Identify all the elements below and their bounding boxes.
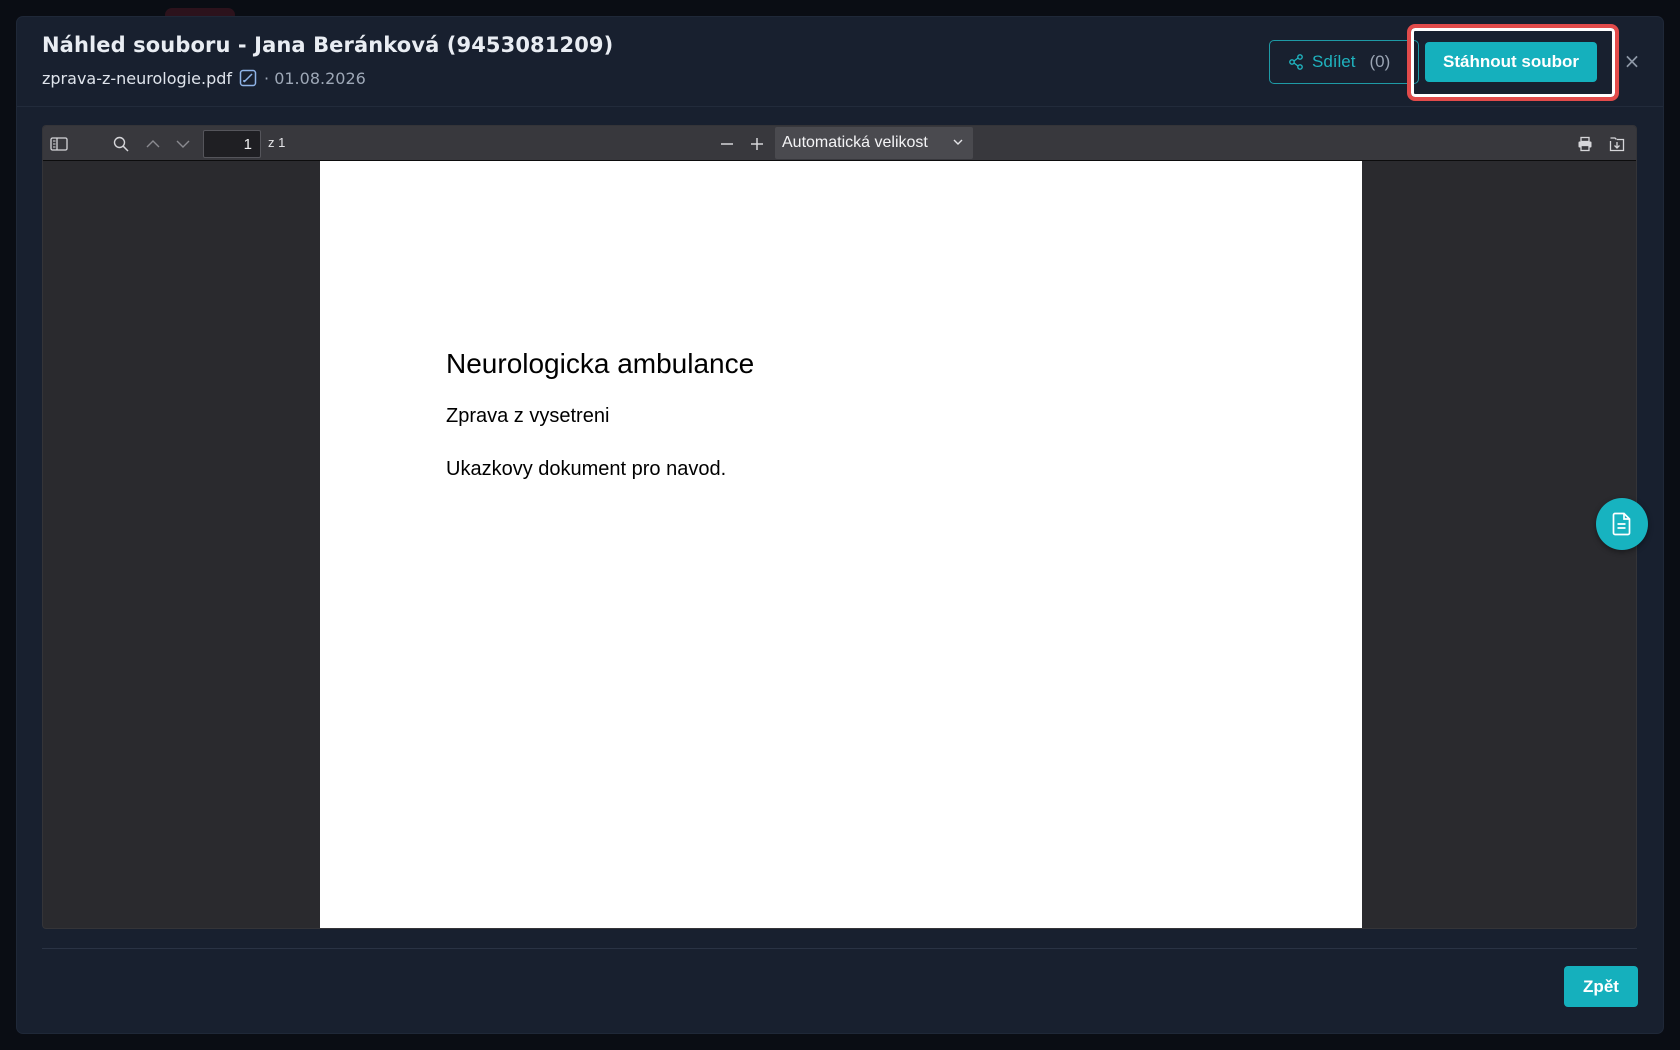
print-icon[interactable]	[1575, 134, 1595, 154]
file-date: · 01.08.2026	[264, 68, 366, 88]
share-button[interactable]: Sdílet (0)	[1269, 40, 1419, 84]
modal-header: Náhled souboru - Jana Beránková (9453081…	[17, 17, 1663, 107]
back-button[interactable]: Zpět	[1564, 966, 1638, 1007]
file-info: zprava-z-neurologie.pdf · 01.08.2026	[42, 67, 366, 89]
sidebar-toggle-icon[interactable]	[49, 134, 69, 154]
close-icon[interactable]: ×	[1622, 51, 1642, 71]
share-count: (0)	[1369, 52, 1391, 71]
share-icon	[1288, 54, 1304, 70]
plus-icon[interactable]	[747, 134, 767, 154]
chevron-down-icon	[952, 136, 964, 148]
page-total: z 1	[268, 135, 286, 150]
pdf-viewer: z 1 Automatická velikost	[42, 125, 1637, 929]
chevron-up-icon[interactable]	[143, 134, 163, 154]
zoom-value: Automatická velikost	[782, 134, 928, 151]
download-file-button[interactable]: Stáhnout soubor	[1425, 42, 1597, 82]
document-body: Ukazkovy dokument pro navod.	[446, 458, 727, 480]
search-icon[interactable]	[111, 134, 131, 154]
chevron-down-icon[interactable]	[173, 134, 193, 154]
document-icon	[1611, 512, 1633, 536]
footer-divider	[42, 948, 1637, 949]
download-icon[interactable]	[1607, 134, 1627, 154]
file-preview-modal: Náhled souboru - Jana Beránková (9453081…	[17, 17, 1663, 1033]
document-subtitle: Zprava z vysetreni	[446, 405, 610, 427]
document-fab-button[interactable]	[1596, 498, 1648, 550]
page-number-input[interactable]	[203, 130, 261, 158]
file-name: zprava-z-neurologie.pdf	[42, 68, 233, 88]
zoom-select[interactable]: Automatická velikost	[775, 127, 973, 159]
document-heading: Neurologicka ambulance	[446, 348, 755, 379]
pdf-toolbar: z 1 Automatická velikost	[43, 126, 1636, 161]
minus-icon[interactable]	[717, 134, 737, 154]
modal-title: Náhled souboru - Jana Beránková (9453081…	[42, 33, 614, 57]
edit-icon[interactable]	[239, 69, 257, 87]
share-label: Sdílet	[1312, 52, 1356, 71]
pdf-page: Neurologicka ambulance Zprava z vysetren…	[320, 161, 1362, 928]
